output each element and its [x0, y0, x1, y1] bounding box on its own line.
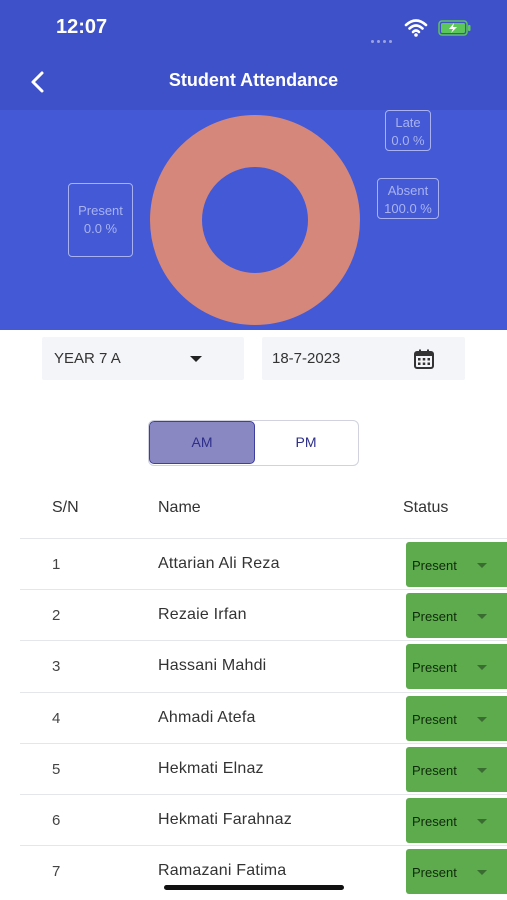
- student-name: Rezaie Irfan: [158, 606, 247, 624]
- status-dropdown[interactable]: Present: [406, 746, 507, 792]
- table-row: 1 Attarian Ali Reza Present: [20, 538, 507, 589]
- signal-icon: [371, 30, 397, 43]
- table-row: 3 Hassani Mahdi Present: [20, 640, 507, 691]
- column-header-status: Status: [403, 499, 449, 516]
- calendar-icon[interactable]: [413, 348, 435, 370]
- nav-bar: Student Attendance: [0, 56, 507, 110]
- status-label: Present: [412, 558, 457, 573]
- student-name: Ahmadi Atefa: [158, 708, 256, 726]
- table-row: 6 Hekmati Farahnaz Present: [20, 793, 507, 845]
- page-title: Student Attendance: [168, 70, 339, 90]
- dropdown-caret-icon: [477, 563, 487, 568]
- table-row: 2 Rezaie Irfan Present: [20, 589, 507, 640]
- dropdown-caret-icon: [477, 716, 487, 722]
- class-select[interactable]: YEAR 7 A: [42, 337, 244, 380]
- table-header: S/N Name Status: [0, 495, 507, 525]
- status-dropdown[interactable]: Present: [406, 695, 507, 741]
- table-row: 5 Hekmati Elnaz Present: [20, 742, 507, 794]
- row-sn: 1: [52, 556, 61, 573]
- dropdown-caret-icon: [477, 870, 487, 876]
- legend-present: Present 0.0 %: [68, 183, 133, 257]
- wifi-icon: [404, 19, 428, 37]
- student-name: Hassani Mahdi: [158, 657, 267, 675]
- status-time: 12:07: [56, 16, 108, 38]
- row-sn: 7: [52, 863, 61, 881]
- am-toggle-button[interactable]: AM: [149, 421, 255, 464]
- pm-toggle-button[interactable]: PM: [255, 421, 357, 464]
- legend-absent-value: 100.0 %: [384, 201, 432, 216]
- student-name: Hekmati Elnaz: [158, 759, 264, 777]
- status-label: Present: [412, 609, 457, 625]
- dropdown-caret-icon: [477, 818, 487, 824]
- legend-absent-label: Absent: [387, 183, 429, 198]
- student-list: 1 Attarian Ali Reza Present 2 Rezaie Irf…: [0, 538, 507, 896]
- dropdown-caret-icon: [477, 767, 487, 773]
- legend-late: Late 0.0 %: [385, 110, 431, 151]
- row-sn: 3: [52, 658, 61, 676]
- status-label: Present: [412, 865, 457, 881]
- legend-absent: Absent 100.0 %: [377, 178, 439, 219]
- dropdown-caret-icon: [477, 665, 487, 671]
- status-label: Present: [412, 813, 457, 829]
- status-dropdown[interactable]: Present: [406, 849, 507, 895]
- dropdown-caret-icon: [190, 356, 202, 362]
- status-dropdown[interactable]: Present: [406, 644, 507, 690]
- session-toggle: AM PM: [148, 420, 359, 466]
- absent-slice: [150, 115, 360, 325]
- table-row: 4 Ahmadi Atefa Present: [20, 691, 507, 743]
- battery-charging-icon: [438, 20, 471, 36]
- legend-present-label: Present: [78, 203, 123, 218]
- legend-late-value: 0.0 %: [391, 133, 425, 148]
- date-value: 18-7-2023: [272, 350, 341, 367]
- status-label: Present: [412, 711, 457, 727]
- filters-row: YEAR 7 A 18-7-2023: [0, 337, 507, 381]
- status-dropdown[interactable]: Present: [406, 593, 507, 639]
- status-dropdown[interactable]: Present: [406, 542, 507, 587]
- column-header-sn: S/N: [52, 499, 79, 516]
- student-name: Hekmati Farahnaz: [158, 810, 292, 828]
- status-dropdown[interactable]: Present: [406, 797, 507, 843]
- class-select-value: YEAR 7 A: [54, 350, 121, 367]
- dropdown-caret-icon: [477, 614, 487, 620]
- student-name: Attarian Ali Reza: [158, 555, 280, 572]
- row-sn: 4: [52, 709, 61, 727]
- student-name: Ramazani Fatima: [158, 862, 287, 880]
- legend-late-label: Late: [395, 115, 421, 130]
- status-label: Present: [412, 762, 457, 778]
- attendance-chart: Present 0.0 % Late 0.0 % Absent 100.0 %: [0, 110, 507, 330]
- row-sn: 5: [52, 760, 61, 778]
- row-sn: 2: [52, 607, 61, 625]
- home-indicator: [164, 885, 344, 890]
- status-bar: 12:07: [0, 0, 507, 56]
- date-picker-field[interactable]: 18-7-2023: [262, 337, 465, 380]
- row-sn: 6: [52, 811, 61, 829]
- legend-present-value: 0.0 %: [83, 221, 118, 236]
- column-header-name: Name: [158, 499, 201, 516]
- status-label: Present: [412, 660, 457, 676]
